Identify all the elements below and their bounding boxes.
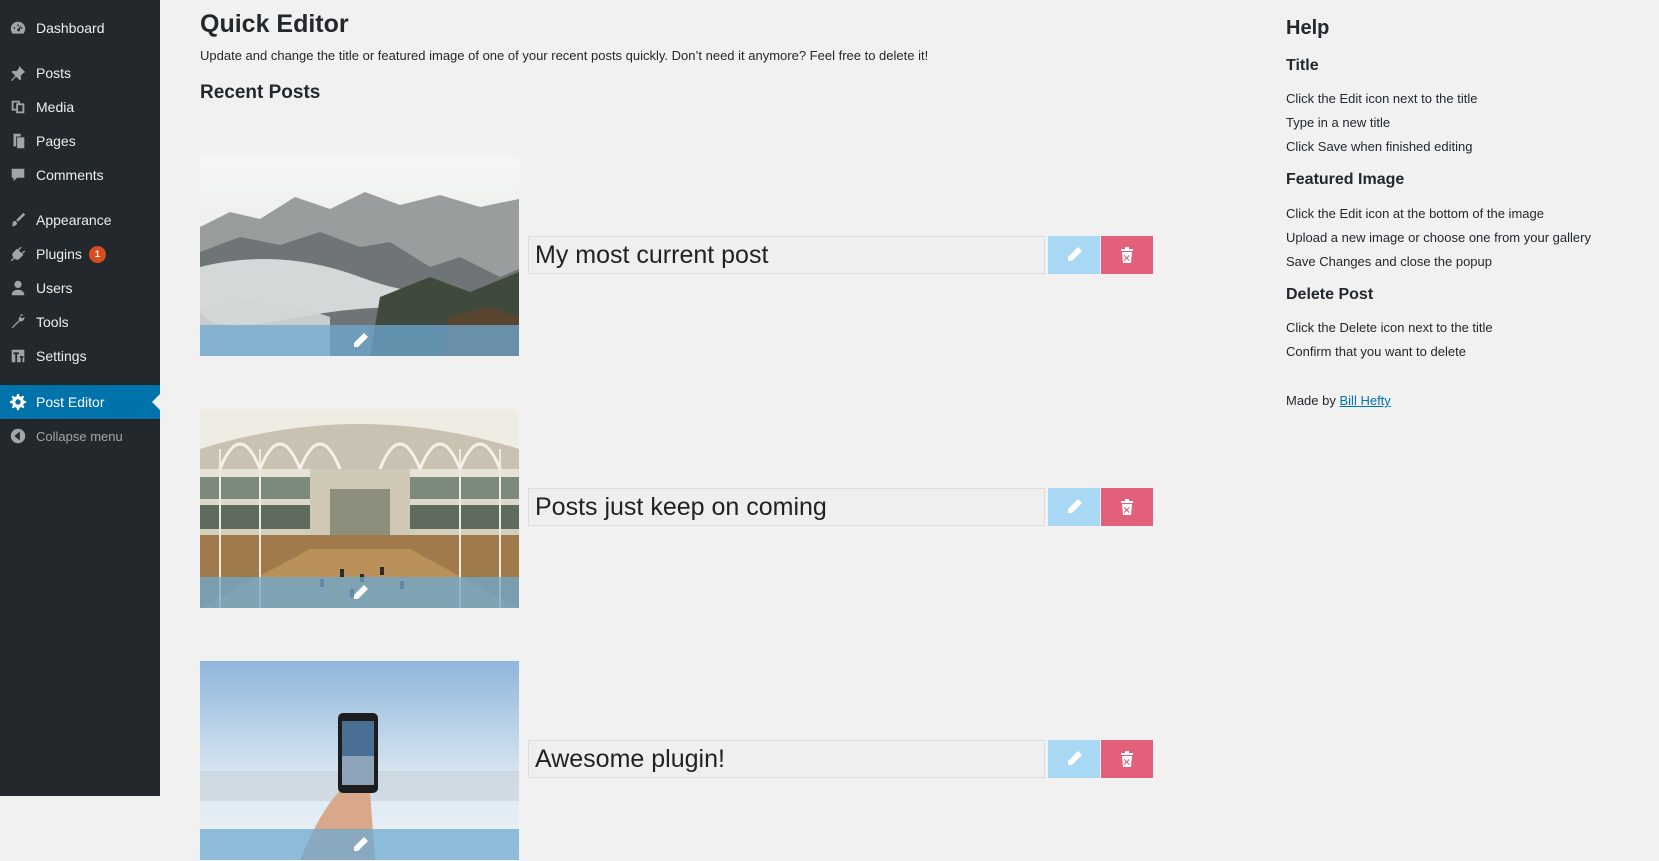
- edit-image-button[interactable]: [200, 829, 519, 860]
- post-row: [200, 661, 1160, 861]
- menu-label-post-editor: Post Editor: [36, 394, 105, 410]
- menu-label-pages: Pages: [36, 133, 76, 149]
- menu-item-media[interactable]: Media: [0, 90, 160, 124]
- post-title-input[interactable]: [528, 740, 1045, 778]
- collapse-icon: [0, 427, 36, 445]
- page-description: Update and change the title or featured …: [200, 48, 929, 63]
- help-line: Click the Delete icon next to the title: [1286, 320, 1493, 335]
- collapse-menu-button[interactable]: Collapse menu: [0, 419, 160, 453]
- brush-icon: [0, 211, 36, 229]
- edit-title-button[interactable]: [1048, 236, 1100, 274]
- menu-label-media: Media: [36, 99, 75, 115]
- made-by-credit: Made by Bill Hefty: [1286, 393, 1391, 408]
- made-by-prefix: Made by: [1286, 393, 1336, 408]
- help-line: Click Save when finished editing: [1286, 139, 1473, 154]
- dashboard-icon: [0, 19, 36, 37]
- plugins-update-badge: 1: [88, 245, 106, 263]
- menu-item-post-editor[interactable]: Post Editor: [0, 385, 160, 419]
- wrench-icon: [0, 313, 36, 331]
- edit-image-button[interactable]: [200, 325, 519, 356]
- help-line: Confirm that you want to delete: [1286, 344, 1466, 359]
- menu-item-appearance[interactable]: Appearance: [0, 203, 160, 237]
- trash-icon: [1121, 247, 1133, 263]
- pencil-icon: [353, 332, 368, 347]
- main-content: Quick Editor Update and change the title…: [200, 0, 1180, 860]
- menu-label-collapse: Collapse menu: [36, 428, 123, 444]
- post-title-input[interactable]: [528, 236, 1045, 274]
- menu-label-comments: Comments: [36, 167, 104, 183]
- post-row: [200, 409, 1160, 609]
- delete-post-button[interactable]: [1101, 488, 1153, 526]
- featured-image: [200, 409, 519, 608]
- menu-label-users: Users: [36, 280, 73, 296]
- trash-icon: [1121, 499, 1133, 515]
- menu-item-posts[interactable]: Posts: [0, 56, 160, 90]
- help-heading-delete-post: Delete Post: [1286, 286, 1374, 303]
- menu-item-settings[interactable]: Settings: [0, 339, 160, 373]
- menu-label-appearance: Appearance: [36, 212, 112, 228]
- menu-item-pages[interactable]: Pages: [0, 124, 160, 158]
- post-title-input[interactable]: [528, 488, 1045, 526]
- comment-icon: [0, 166, 36, 184]
- pencil-icon: [1068, 751, 1082, 765]
- pencil-icon: [353, 584, 368, 599]
- author-link[interactable]: Bill Hefty: [1340, 393, 1391, 408]
- menu-item-tools[interactable]: Tools: [0, 305, 160, 339]
- gear-icon: [0, 393, 36, 411]
- pencil-icon: [1068, 247, 1082, 261]
- section-title: Recent Posts: [200, 82, 321, 103]
- admin-sidebar: Dashboard Posts Media Pages Comments App…: [0, 0, 160, 796]
- help-line: Click the Edit icon at the bottom of the…: [1286, 206, 1544, 221]
- help-line: Type in a new title: [1286, 115, 1391, 130]
- help-heading-featured-image: Featured Image: [1286, 171, 1405, 188]
- menu-label-settings: Settings: [36, 348, 87, 364]
- menu-item-comments[interactable]: Comments: [0, 158, 160, 192]
- pin-icon: [0, 64, 36, 82]
- edit-title-button[interactable]: [1048, 488, 1100, 526]
- menu-label-posts: Posts: [36, 65, 72, 81]
- user-icon: [0, 279, 36, 297]
- media-icon: [0, 98, 36, 116]
- page-title: Quick Editor: [200, 10, 349, 38]
- delete-post-button[interactable]: [1101, 236, 1153, 274]
- plug-icon: [0, 245, 36, 263]
- delete-post-button[interactable]: [1101, 740, 1153, 778]
- post-row: [200, 157, 1160, 357]
- menu-item-dashboard[interactable]: Dashboard: [0, 11, 160, 45]
- trash-icon: [1121, 751, 1133, 767]
- menu-label-plugins: Plugins: [36, 246, 82, 262]
- pencil-icon: [1068, 499, 1082, 513]
- menu-label-tools: Tools: [36, 314, 69, 330]
- pencil-icon: [353, 836, 368, 851]
- settings-icon: [0, 347, 36, 365]
- help-line: Click the Edit icon next to the title: [1286, 91, 1478, 106]
- menu-item-plugins[interactable]: Plugins 1: [0, 237, 160, 271]
- help-heading-title: Title: [1286, 57, 1319, 74]
- featured-image: [200, 157, 519, 356]
- edit-title-button[interactable]: [1048, 740, 1100, 778]
- featured-image: [200, 661, 519, 860]
- help-title: Help: [1286, 17, 1330, 39]
- menu-label-dashboard: Dashboard: [36, 20, 105, 36]
- edit-image-button[interactable]: [200, 577, 519, 608]
- help-line: Upload a new image or choose one from yo…: [1286, 230, 1591, 245]
- help-line: Save Changes and close the popup: [1286, 254, 1492, 269]
- menu-item-users[interactable]: Users: [0, 271, 160, 305]
- pages-icon: [0, 132, 36, 150]
